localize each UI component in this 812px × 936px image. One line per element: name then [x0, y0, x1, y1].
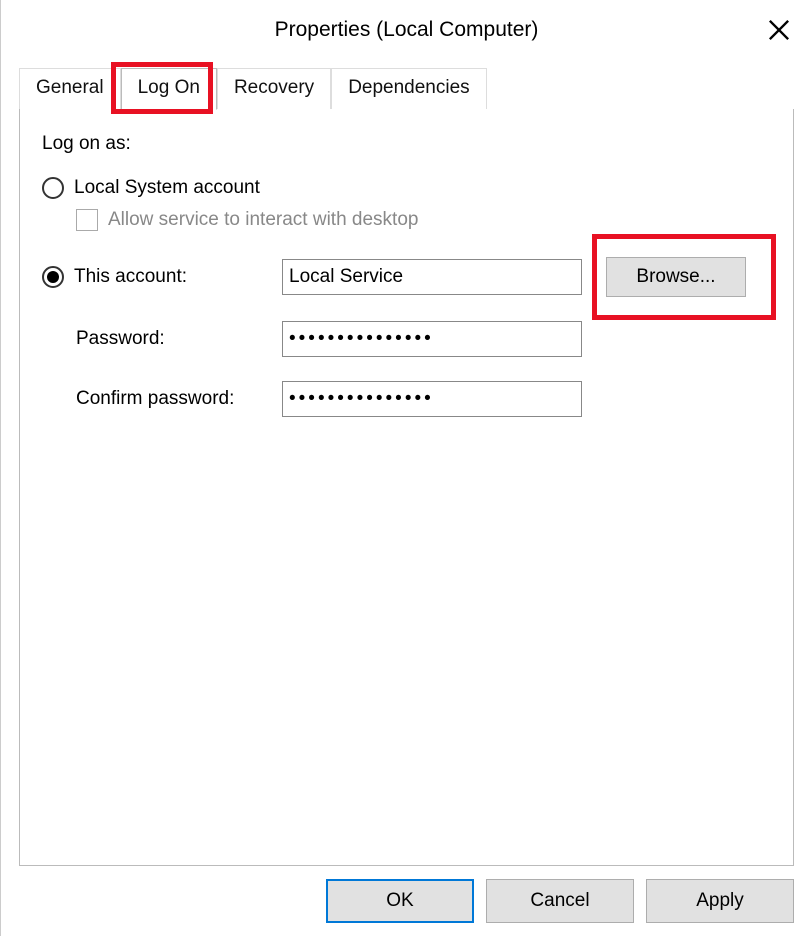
confirm-password-input[interactable] — [282, 381, 582, 417]
confirm-password-label: Confirm password: — [42, 388, 282, 410]
local-system-row: Local System account — [42, 177, 771, 199]
browse-button[interactable]: Browse... — [606, 257, 746, 297]
close-button[interactable] — [756, 10, 802, 50]
ok-button[interactable]: OK — [326, 879, 474, 923]
radio-dot-icon — [47, 271, 59, 283]
cancel-button[interactable]: Cancel — [486, 879, 634, 923]
apply-button[interactable]: Apply — [646, 879, 794, 923]
title-bar: Properties (Local Computer) — [1, 0, 812, 60]
properties-dialog: Properties (Local Computer) General Log … — [0, 0, 812, 936]
this-account-row: This account: Browse... — [42, 257, 771, 297]
tab-content: Log on as: Local System account Allow se… — [19, 109, 794, 866]
password-row: Password: — [42, 321, 771, 357]
password-label: Password: — [42, 328, 282, 350]
allow-interact-checkbox[interactable] — [76, 209, 98, 231]
this-account-label: This account: — [74, 266, 187, 288]
dialog-button-bar: OK Cancel Apply — [1, 866, 812, 936]
allow-interact-row: Allow service to interact with desktop — [76, 209, 771, 231]
window-title: Properties (Local Computer) — [275, 18, 539, 42]
tab-log-on[interactable]: Log On — [121, 68, 217, 110]
password-input[interactable] — [282, 321, 582, 357]
tab-dependencies[interactable]: Dependencies — [331, 68, 486, 109]
allow-interact-label: Allow service to interact with desktop — [108, 209, 418, 231]
tab-recovery[interactable]: Recovery — [217, 68, 331, 109]
local-system-radio[interactable] — [42, 177, 64, 199]
tab-strip: General Log On Recovery Dependencies — [1, 60, 812, 109]
local-system-label: Local System account — [74, 177, 260, 199]
close-icon — [768, 19, 790, 41]
tab-general[interactable]: General — [19, 68, 121, 109]
log-on-as-label: Log on as: — [42, 133, 771, 155]
this-account-radio[interactable] — [42, 266, 64, 288]
account-name-input[interactable] — [282, 259, 582, 295]
confirm-password-row: Confirm password: — [42, 381, 771, 417]
